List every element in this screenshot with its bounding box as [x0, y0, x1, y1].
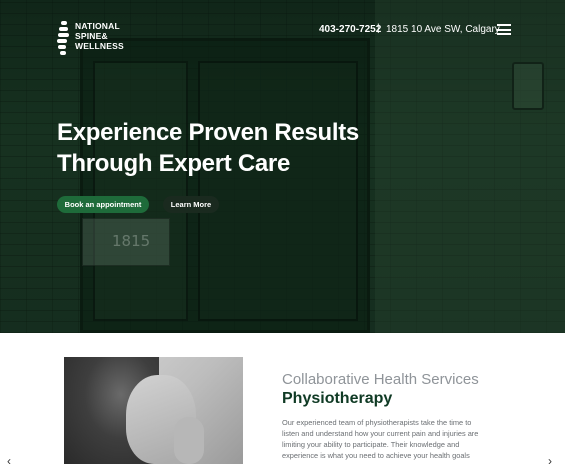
brand-logo[interactable]: NATIONAL SPINE& WELLNESS	[57, 19, 137, 59]
hamburger-icon[interactable]	[497, 24, 511, 35]
brand-logo-text: NATIONAL SPINE& WELLNESS	[75, 21, 124, 51]
hero-title: Experience Proven Results Through Expert…	[57, 119, 359, 177]
learn-more-button[interactable]: Learn More	[163, 196, 219, 213]
spine-icon	[57, 19, 69, 59]
phone-link[interactable]: 403-270-7252	[319, 24, 381, 35]
chevron-right-icon[interactable]: ›	[548, 454, 552, 464]
book-appointment-button[interactable]: Book an appointment	[57, 196, 149, 213]
address-link[interactable]: 1815 10 Ave SW, Calgary	[386, 24, 500, 35]
hero-section: 1815 NATIONAL SPINE& WELLNESS 403-270-72…	[0, 0, 565, 333]
services-subtitle: Collaborative Health Services	[282, 371, 479, 388]
services-title: Physiotherapy	[282, 390, 393, 407]
services-body: Our experienced team of physiotherapists…	[282, 418, 479, 460]
physiotherapist-photo	[64, 357, 243, 464]
chevron-left-icon[interactable]: ‹	[7, 454, 11, 464]
topbar-separator: |	[377, 23, 380, 34]
